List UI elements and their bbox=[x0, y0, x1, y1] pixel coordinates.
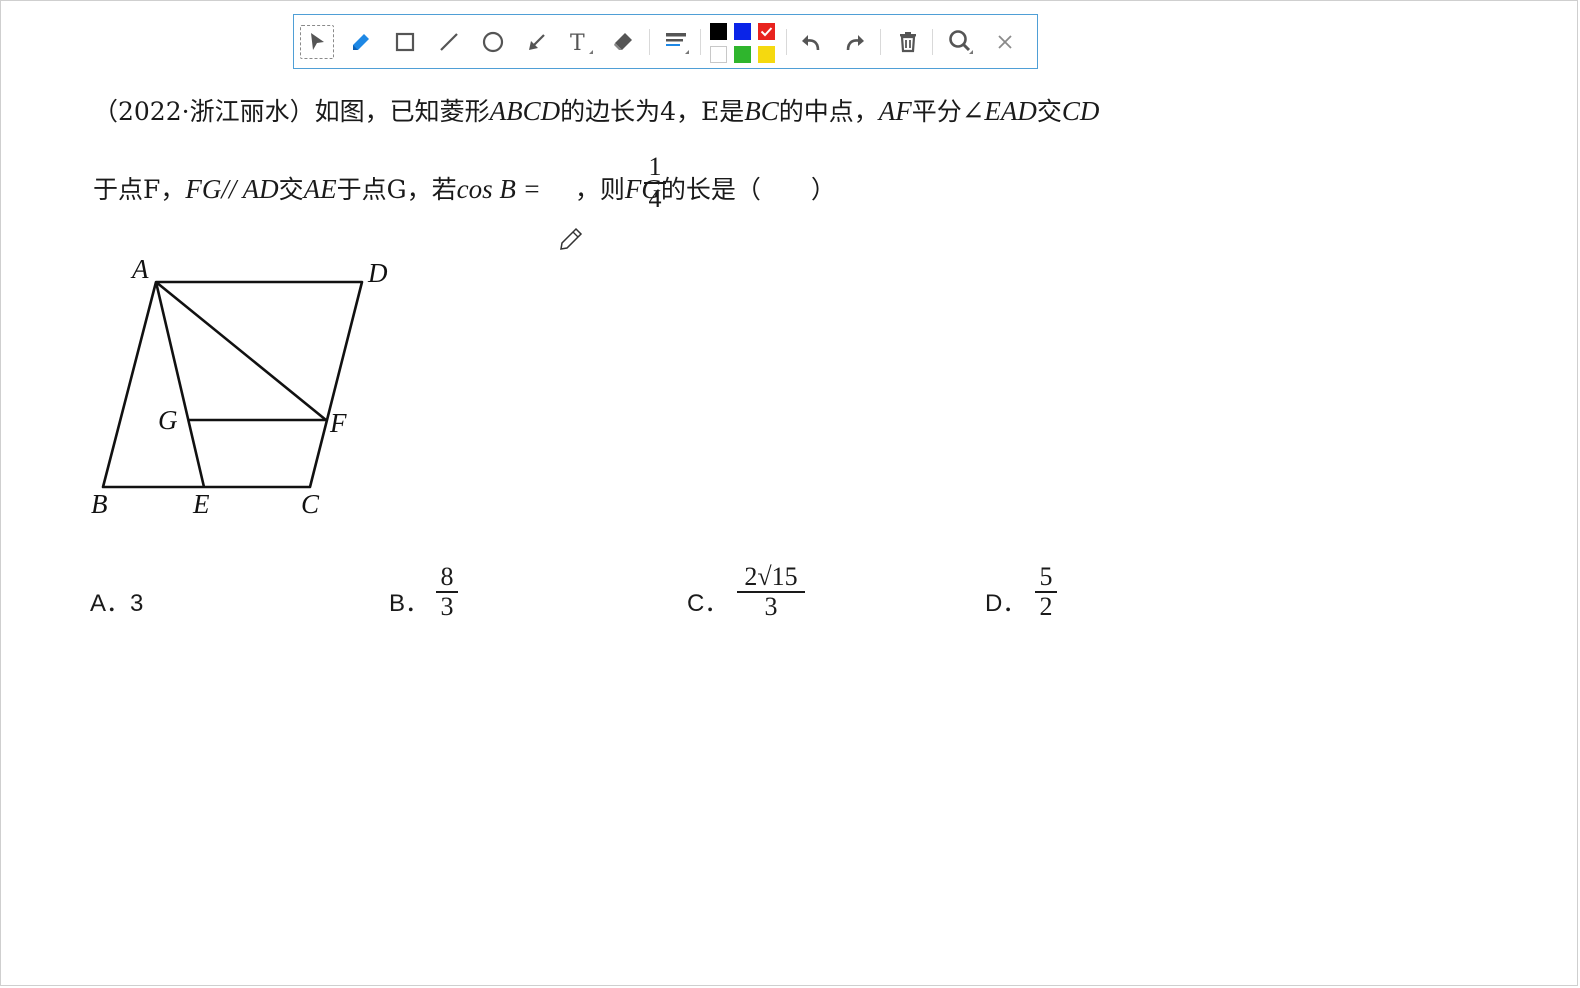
color-swatch-green[interactable] bbox=[734, 46, 751, 63]
toolbar-divider bbox=[932, 29, 933, 55]
option-c[interactable]: C． bbox=[687, 583, 728, 618]
point-label-b: B bbox=[91, 489, 108, 519]
annotation-toolbar: T bbox=[293, 14, 1038, 69]
close-icon bbox=[998, 35, 1012, 49]
color-swatch-red[interactable] bbox=[758, 23, 775, 40]
question-source: （2022·浙江丽水） bbox=[93, 97, 315, 126]
search-icon bbox=[949, 30, 973, 54]
toolbar-divider bbox=[700, 29, 701, 55]
line-tool-button[interactable] bbox=[432, 25, 466, 59]
select-tool-button[interactable] bbox=[300, 25, 334, 59]
segment-af bbox=[155, 280, 327, 422]
redo-button[interactable] bbox=[838, 25, 872, 59]
redo-icon bbox=[846, 35, 864, 51]
eraser-tool-button[interactable] bbox=[606, 25, 640, 59]
option-a[interactable]: A．3 bbox=[90, 583, 143, 618]
toolbar-divider bbox=[786, 29, 787, 55]
zoom-button[interactable] bbox=[944, 25, 978, 59]
pen-icon bbox=[353, 34, 369, 50]
rectangle-icon bbox=[395, 32, 415, 52]
arrow-tool-button[interactable] bbox=[520, 25, 554, 59]
pen-tool-button[interactable] bbox=[344, 25, 378, 59]
point-label-c: C bbox=[301, 489, 320, 519]
rhombus-abcd bbox=[101, 280, 364, 489]
text-tool-button[interactable]: T bbox=[564, 25, 598, 59]
option-b-fraction: 8 3 bbox=[436, 563, 458, 621]
color-swatch-yellow[interactable] bbox=[758, 46, 775, 63]
point-label-e: E bbox=[192, 489, 210, 519]
circle-tool-button[interactable] bbox=[476, 25, 510, 59]
line-icon bbox=[440, 33, 458, 51]
question-line-1: （2022·浙江丽水）如图，已知菱形ABCD的边长为4，E是BC的中点，AF平分… bbox=[93, 96, 1100, 126]
toolbar-divider bbox=[649, 29, 650, 55]
line-width-icon bbox=[666, 33, 689, 54]
color-swatch-blue[interactable] bbox=[734, 23, 751, 40]
cos-b-fraction: 1 4 bbox=[644, 152, 666, 214]
svg-text:T: T bbox=[570, 31, 585, 56]
undo-button[interactable] bbox=[794, 25, 828, 59]
rectangle-tool-button[interactable] bbox=[388, 25, 422, 59]
point-label-g: G bbox=[158, 405, 178, 435]
question-line-2: 于点F，FG// AD交AE于点G，若cos B = ，则FG的长是（ ） bbox=[93, 174, 836, 204]
arrow-icon bbox=[529, 34, 545, 50]
option-c-fraction: 2√15 3 bbox=[737, 563, 805, 621]
segment-ae bbox=[154, 281, 206, 488]
color-swatch-white[interactable] bbox=[710, 46, 727, 63]
color-swatch-black[interactable] bbox=[710, 23, 727, 40]
trash-icon bbox=[900, 32, 916, 53]
rhombus-figure: A D G F B E C bbox=[91, 254, 388, 519]
option-b[interactable]: B． bbox=[389, 583, 429, 618]
checkmark-icon bbox=[760, 27, 773, 37]
close-toolbar-button[interactable] bbox=[988, 25, 1022, 59]
point-label-d: D bbox=[367, 258, 388, 288]
line-width-button[interactable] bbox=[660, 25, 694, 59]
arrow-cursor-icon bbox=[311, 33, 324, 50]
pencil-cursor-icon bbox=[558, 226, 584, 257]
option-d-fraction: 5 2 bbox=[1035, 563, 1057, 621]
point-label-a: A bbox=[130, 254, 149, 284]
text-icon: T bbox=[570, 31, 593, 56]
undo-icon bbox=[802, 35, 820, 51]
eraser-icon bbox=[614, 33, 632, 50]
toolbar-divider bbox=[880, 29, 881, 55]
circle-icon bbox=[482, 31, 504, 53]
point-label-f: F bbox=[329, 408, 347, 438]
option-d[interactable]: D． bbox=[985, 583, 1026, 618]
delete-button[interactable] bbox=[891, 25, 925, 59]
